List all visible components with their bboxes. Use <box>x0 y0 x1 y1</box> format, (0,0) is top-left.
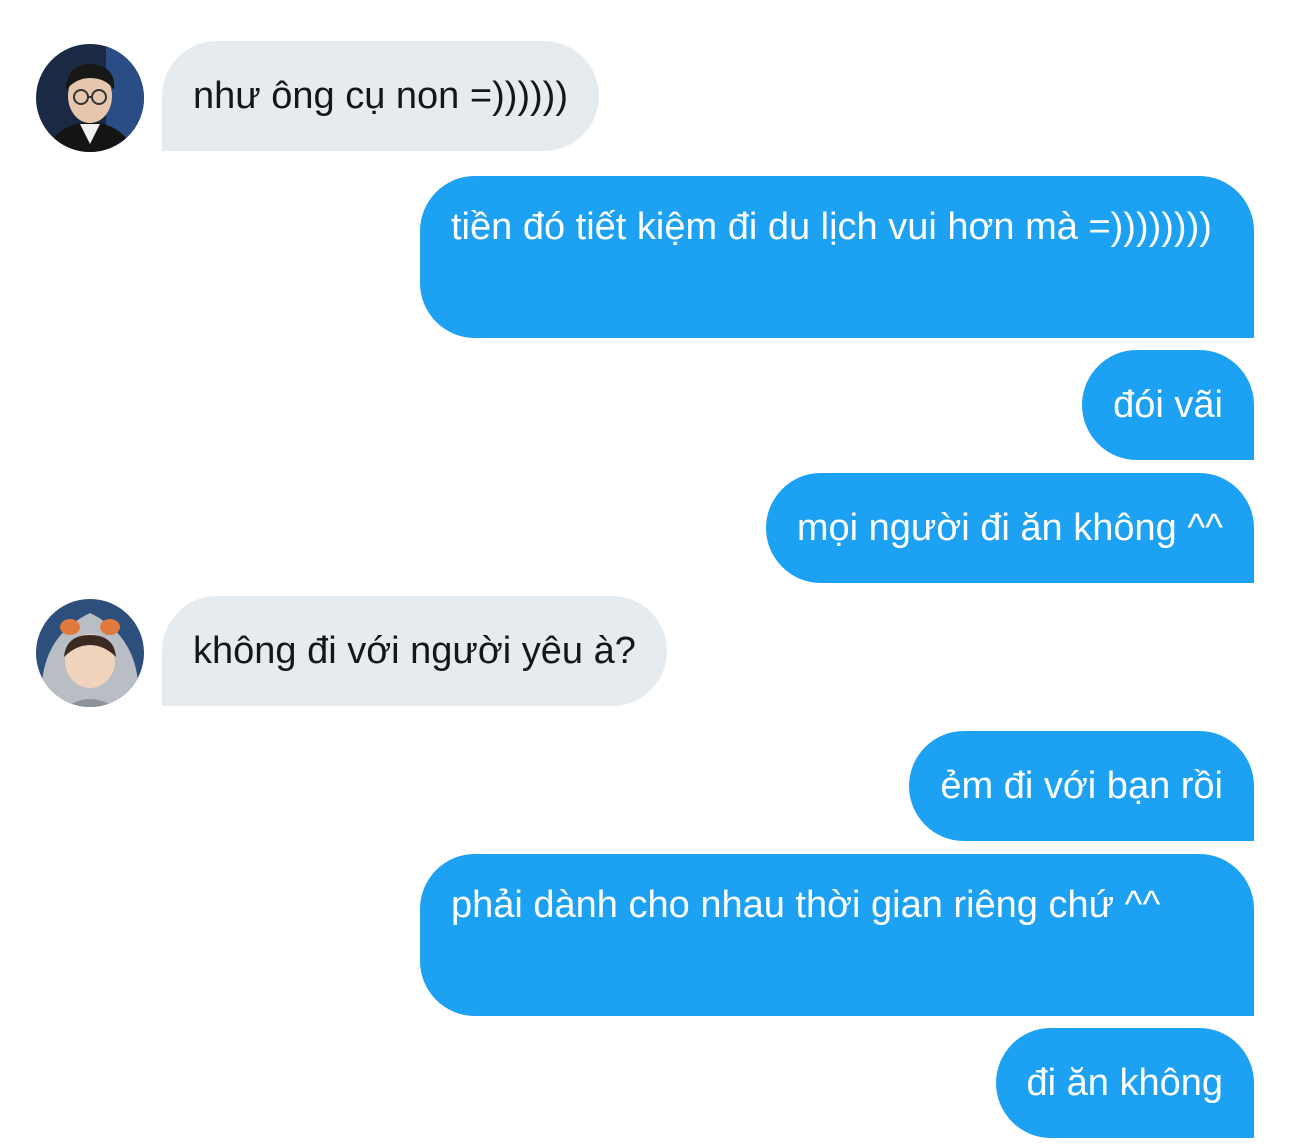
message-text: đói vãi <box>1113 384 1223 426</box>
message-text: không đi với người yêu à? <box>193 630 636 672</box>
message-text: mọi người đi ăn không ^^ <box>796 507 1223 549</box>
message-bubble-outgoing[interactable]: ẻm đi với bạn rồi <box>909 731 1254 841</box>
message-bubble-outgoing[interactable]: phải dành cho nhau thời gian riêng chứ ^… <box>420 854 1254 1016</box>
avatar-glasses[interactable] <box>36 44 144 152</box>
avatar-hood[interactable] <box>36 599 144 707</box>
message-bubble-outgoing[interactable]: đi ăn không <box>995 1028 1254 1138</box>
message-text: ẻm đi với bạn rồi <box>940 765 1223 807</box>
message-text: đi ăn không <box>1026 1062 1224 1104</box>
message-text: tiền đó tiết kiệm đi du lịch vui hơn mà … <box>451 206 1212 248</box>
profile-photo-icon <box>36 599 144 707</box>
message-bubble-incoming[interactable]: như ông cụ non =)))))) <box>162 41 599 151</box>
message-bubble-outgoing[interactable]: tiền đó tiết kiệm đi du lịch vui hơn mà … <box>420 176 1254 338</box>
profile-photo-icon <box>36 44 144 152</box>
message-bubble-outgoing[interactable]: mọi người đi ăn không ^^ <box>765 473 1254 583</box>
message-bubble-incoming[interactable]: không đi với người yêu à? <box>162 596 667 706</box>
message-text: như ông cụ non =)))))) <box>193 75 568 117</box>
message-text: phải dành cho nhau thời gian riêng chứ ^… <box>451 884 1161 926</box>
message-bubble-outgoing[interactable]: đói vãi <box>1082 350 1254 460</box>
